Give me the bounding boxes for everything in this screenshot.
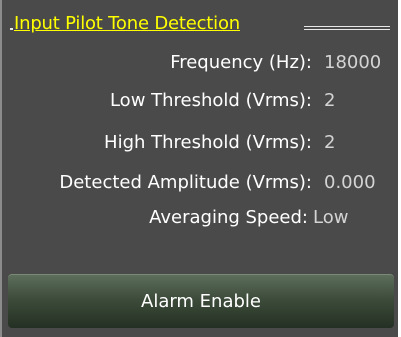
low-threshold-label: Low Threshold (Vrms): (109, 90, 312, 111)
low-threshold-value[interactable]: 2 (324, 90, 335, 112)
panel-left-border (0, 0, 2, 337)
frequency-label: Frequency (Hz): (170, 52, 312, 73)
detected-amplitude-value: 0.000 (324, 172, 376, 193)
groupbox-border-right (304, 26, 390, 30)
alarm-enable-label: Alarm Enable (141, 291, 261, 312)
alarm-enable-button[interactable]: Alarm Enable (8, 274, 394, 328)
groupbox-border-left (10, 28, 13, 30)
frequency-value[interactable]: 18000 (324, 52, 381, 74)
high-threshold-value[interactable]: 2 (324, 132, 335, 154)
group-title: Input Pilot Tone Detection (14, 13, 240, 34)
averaging-speed-value[interactable]: Low (313, 207, 348, 229)
averaging-speed-label: Averaging Speed: (149, 207, 308, 228)
high-threshold-label: High Threshold (Vrms): (104, 132, 312, 153)
detected-amplitude-label: Detected Amplitude (Vrms): (59, 172, 312, 193)
